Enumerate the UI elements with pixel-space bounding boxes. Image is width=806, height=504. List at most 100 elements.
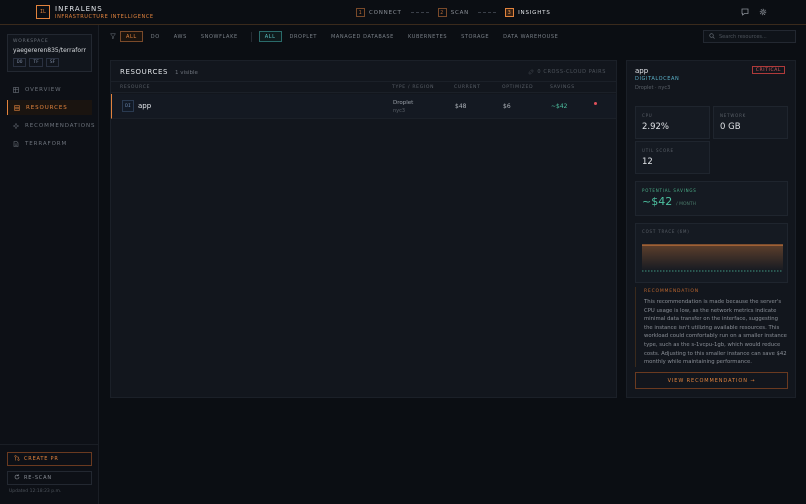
table-row[interactable]: DI app Droplet nyc3 $48 $6 ~$42 bbox=[111, 94, 616, 119]
search-box[interactable] bbox=[703, 30, 796, 43]
filter-divider bbox=[250, 31, 252, 42]
filter-bar: ALL DO AWS SNOWFLAKE ALL DROPLET MANAGED… bbox=[109, 31, 566, 42]
last-updated: Updated 12:18:23 p.m. bbox=[9, 489, 62, 494]
sidebar-item-terraform[interactable]: TERRAFORM bbox=[7, 136, 92, 151]
filter-type-managed-database[interactable]: MANAGED DATABASE bbox=[325, 31, 400, 42]
resources-panel: RESOURCES 1 visible 0 CROSS-CLOUD PAIRS … bbox=[110, 60, 617, 398]
critical-status-dot bbox=[594, 102, 597, 105]
filter-provider-aws[interactable]: AWS bbox=[168, 31, 193, 42]
step-divider bbox=[410, 12, 429, 13]
search-input[interactable] bbox=[719, 33, 793, 40]
detail-type-region: Droplet · nyc3 bbox=[635, 85, 671, 91]
savings-label: POTENTIAL SAVINGS bbox=[642, 188, 697, 193]
brand-name: INFRALENS bbox=[55, 5, 103, 13]
sidebar-item-label: OVERVIEW bbox=[25, 86, 62, 93]
sidebar-divider bbox=[0, 444, 98, 445]
resource-current-cost: $48 bbox=[455, 103, 467, 110]
resources-count: 1 visible bbox=[175, 70, 198, 76]
step-label: SCAN bbox=[450, 9, 470, 16]
current-cost-area bbox=[642, 245, 783, 271]
rescan-button[interactable]: RE-SCAN bbox=[7, 471, 92, 485]
sparkle-icon bbox=[13, 122, 19, 129]
resource-type: Droplet bbox=[393, 100, 414, 106]
step-insights[interactable]: 3 INSIGHTS bbox=[505, 8, 551, 17]
recommendation-section: RECOMMENDATION This recommendation is ma… bbox=[635, 287, 788, 367]
metric-util-score: UTIL SCORE 12 bbox=[635, 141, 710, 174]
workspace-name: yaegereren835/terraform... bbox=[13, 47, 86, 54]
detail-name: app bbox=[635, 67, 649, 75]
filter-type-all[interactable]: ALL bbox=[258, 31, 282, 42]
step-scan[interactable]: 2 SCAN bbox=[437, 8, 470, 17]
step-label: INSIGHTS bbox=[518, 9, 551, 16]
table-header: RESOURCE TYPE / REGION CURRENT OPTIMIZED… bbox=[111, 81, 616, 93]
chat-icon[interactable] bbox=[739, 6, 751, 18]
savings-value: ~$42 bbox=[642, 195, 673, 208]
column-savings[interactable]: SAVINGS bbox=[550, 85, 575, 90]
view-recommendation-button[interactable]: VIEW RECOMMENDATION → bbox=[635, 372, 788, 389]
sidebar-item-label: RECOMMENDATIONS bbox=[25, 122, 96, 129]
resource-name: app bbox=[138, 102, 152, 110]
sidebar-item-overview[interactable]: OVERVIEW bbox=[7, 82, 92, 97]
detail-provider: DIGITALOCEAN bbox=[635, 76, 680, 82]
grid-icon bbox=[13, 86, 19, 93]
metric-label: NETWORK bbox=[720, 113, 747, 118]
filter-icon bbox=[109, 33, 117, 41]
cross-cloud-pairs-label: 0 CROSS-CLOUD PAIRS bbox=[537, 69, 606, 75]
resource-detail-panel: app DIGITALOCEAN Droplet · nyc3 CRITICAL… bbox=[626, 60, 796, 398]
column-optimized[interactable]: OPTIMIZED bbox=[502, 85, 533, 90]
filter-type-kubernetes[interactable]: KUBERNETES bbox=[402, 31, 453, 42]
cost-trace-card: COST TRACE (6M) bbox=[635, 223, 788, 283]
savings-unit: / MONTH bbox=[676, 202, 697, 207]
column-type-region[interactable]: TYPE / REGION bbox=[392, 85, 434, 90]
step-label: CONNECT bbox=[369, 9, 402, 16]
step-number: 2 bbox=[437, 8, 447, 17]
recommendation-text: This recommendation is made because the … bbox=[644, 299, 787, 366]
link-icon bbox=[528, 69, 534, 77]
step-connect[interactable]: 1 CONNECT bbox=[356, 8, 402, 17]
potential-savings-card: POTENTIAL SAVINGS ~$42 / MONTH bbox=[635, 181, 788, 216]
sidebar-nav: OVERVIEW RESOURCES RECOMMENDATIONS TERRA… bbox=[7, 82, 96, 154]
sidebar-item-recommendations[interactable]: RECOMMENDATIONS bbox=[7, 118, 96, 133]
filter-provider-do[interactable]: DO bbox=[145, 31, 166, 42]
column-current[interactable]: CURRENT bbox=[454, 85, 481, 90]
recommendation-label: RECOMMENDATION bbox=[644, 289, 699, 294]
search-icon bbox=[709, 32, 715, 41]
create-pr-label: CREATE PR bbox=[24, 456, 59, 462]
metric-network: NETWORK 0 GB bbox=[713, 106, 788, 139]
filter-type-data-warehouse[interactable]: DATA WAREHOUSE bbox=[497, 31, 564, 42]
workspace-card[interactable]: WORKSPACE yaegereren835/terraform... DO … bbox=[7, 34, 92, 72]
sidebar-item-label: TERRAFORM bbox=[25, 140, 68, 147]
cost-trace-label: COST TRACE (6M) bbox=[642, 229, 690, 234]
sidebar-item-label: RESOURCES bbox=[26, 104, 68, 111]
resource-region: nyc3 bbox=[393, 108, 406, 114]
metric-value: 12 bbox=[642, 157, 653, 167]
rescan-label: RE-SCAN bbox=[24, 475, 52, 481]
gear-icon[interactable] bbox=[757, 6, 769, 18]
provider-chip-tf: TF bbox=[29, 58, 43, 67]
create-pr-button[interactable]: CREATE PR bbox=[7, 452, 92, 466]
column-resource[interactable]: RESOURCE bbox=[120, 85, 150, 90]
workspace-label: WORKSPACE bbox=[13, 39, 49, 44]
filter-provider-snowflake[interactable]: SNOWFLAKE bbox=[195, 31, 244, 42]
filter-provider-all[interactable]: ALL bbox=[120, 31, 143, 42]
metric-value: 2.92% bbox=[642, 122, 670, 132]
top-header: IL INFRALENS INFRASTRUCTURE INTELLIGENCE… bbox=[0, 0, 806, 25]
step-divider bbox=[478, 12, 497, 13]
step-number: 1 bbox=[356, 8, 365, 17]
database-icon bbox=[14, 104, 20, 111]
filter-type-storage[interactable]: STORAGE bbox=[455, 31, 495, 42]
resource-optimized-cost: $6 bbox=[503, 103, 511, 110]
severity-badge: CRITICAL bbox=[751, 66, 785, 74]
resources-title: RESOURCES bbox=[120, 68, 169, 76]
filter-type-droplet[interactable]: DROPLET bbox=[284, 31, 323, 42]
provider-chip-do: DO bbox=[13, 58, 27, 67]
logo: IL bbox=[36, 5, 50, 19]
sidebar: WORKSPACE yaegereren835/terraform... DO … bbox=[0, 25, 99, 504]
cross-cloud-pairs[interactable]: 0 CROSS-CLOUD PAIRS bbox=[528, 69, 606, 77]
cost-trace-sparkline bbox=[642, 244, 783, 272]
step-number: 3 bbox=[505, 8, 515, 17]
pull-request-icon bbox=[14, 455, 20, 463]
provider-chip-sf: SF bbox=[45, 58, 60, 67]
wizard-steps: 1 CONNECT 2 SCAN 3 INSIGHTS bbox=[356, 7, 551, 18]
sidebar-item-resources[interactable]: RESOURCES bbox=[7, 100, 92, 115]
